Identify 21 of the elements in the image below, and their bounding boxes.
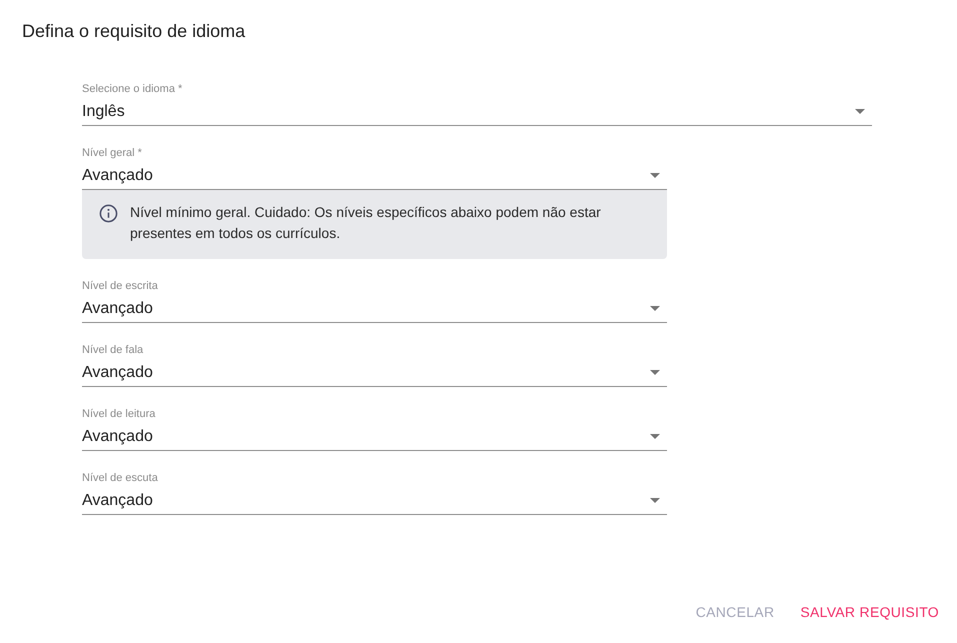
- field-label: Selecione o idioma *: [82, 82, 182, 96]
- caret-icon: [855, 109, 865, 114]
- select-field[interactable]: Avançado: [82, 423, 667, 451]
- select-field[interactable]: Avançado: [82, 359, 667, 387]
- caret-icon: [650, 498, 660, 503]
- field-label: Nível de leitura: [82, 407, 156, 421]
- caret-icon: [650, 370, 660, 375]
- caret-icon: [650, 306, 660, 311]
- field-label: Nível de escrita: [82, 279, 158, 293]
- field-label: Nível de escuta: [82, 471, 158, 485]
- select-field[interactable]: Avançado: [82, 295, 667, 323]
- field-label: Nível de fala: [82, 343, 144, 357]
- select-field[interactable]: Avançado: [82, 487, 667, 515]
- field-label: Nível geral *: [82, 146, 142, 160]
- caret-icon: [650, 173, 660, 178]
- info-icon: [99, 204, 118, 223]
- dialog-title: Defina o requisito de idioma: [22, 20, 246, 43]
- save-button[interactable]: SALVAR REQUISITO: [790, 596, 949, 629]
- caret-icon: [650, 434, 660, 439]
- info-text: Nível mínimo geral. Cuidado: Os níveis específicos abaixo podem não estar presentes em todos os currículos.: [130, 203, 602, 243]
- select-field[interactable]: Inglês: [82, 98, 872, 126]
